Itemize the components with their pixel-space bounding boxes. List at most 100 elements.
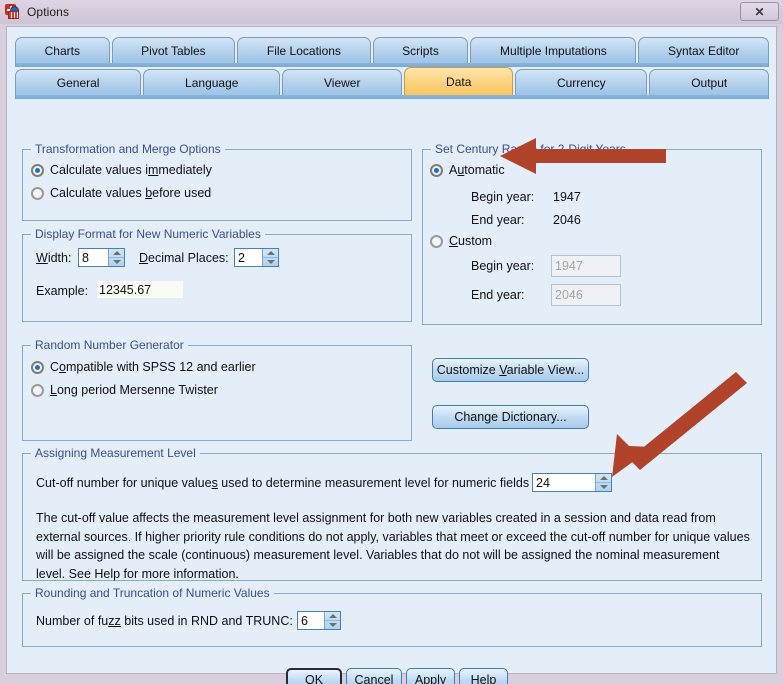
custom-end-year-label: End year: (471, 288, 525, 302)
apply-button[interactable]: Apply (406, 668, 455, 684)
tab-data[interactable]: Data (404, 67, 514, 95)
width-input[interactable]: 8 (79, 249, 108, 266)
close-icon: ✕ (754, 4, 765, 19)
stepper-up-icon[interactable] (325, 612, 340, 620)
custom-begin-year-input[interactable]: 1947 (551, 255, 621, 277)
tab-language[interactable]: Language (143, 69, 281, 95)
tab-charts[interactable]: Charts (15, 37, 110, 63)
fuzz-bits-stepper[interactable]: 6 (297, 611, 341, 630)
transformation-merge-group: Transformation and Merge Options Calcula… (22, 142, 412, 221)
stepper-up-icon[interactable] (109, 249, 124, 257)
tab-label: Data (446, 74, 472, 89)
century-range-legend: Set Century Range for 2-Digit Years (431, 142, 630, 156)
width-stepper-buttons[interactable] (108, 249, 124, 266)
stepper-up-icon[interactable] (263, 249, 278, 257)
example-label: Example: (36, 284, 89, 298)
decimal-places-stepper-buttons[interactable] (262, 249, 278, 266)
button-label: Change Dictionary... (454, 410, 567, 424)
auto-end-year-value: 2046 (553, 213, 581, 227)
tab-row-upper: Charts Pivot Tables File Locations Scripts M… (15, 35, 769, 63)
button-label: Apply (414, 673, 447, 684)
decimal-places-stepper[interactable]: 2 (234, 248, 279, 267)
tab-row-lower-underline (15, 95, 769, 99)
tab-label: Language (185, 75, 239, 90)
tab-label: Output (691, 75, 728, 90)
tab-viewer[interactable]: Viewer (282, 69, 403, 95)
tab-file-locations[interactable]: File Locations (237, 37, 371, 63)
change-dictionary-button[interactable]: Change Dictionary... (432, 405, 589, 429)
radio-indicator (430, 234, 443, 248)
window-title: Options (27, 5, 70, 19)
measurement-level-description: The cut-off value affects the measuremen… (36, 511, 750, 581)
rounding-truncation-group: Rounding and Truncation of Numeric Value… (22, 586, 762, 647)
spss-logo-icon (5, 4, 21, 20)
radio-calculate-before-used[interactable]: Calculate values before used (31, 186, 211, 200)
tab-label: Charts (44, 43, 80, 58)
customize-variable-view-button[interactable]: Customize Variable View... (432, 358, 589, 382)
tab-label: Viewer (324, 75, 361, 90)
custom-begin-year-label: Begin year: (471, 259, 535, 273)
stepper-down-icon[interactable] (109, 257, 124, 266)
close-button[interactable]: ✕ (740, 2, 779, 21)
ok-button[interactable]: OK (286, 668, 342, 684)
rounding-truncation-legend: Rounding and Truncation of Numeric Value… (31, 586, 274, 600)
cutoff-stepper-buttons[interactable] (595, 474, 611, 491)
tab-scripts[interactable]: Scripts (372, 37, 469, 63)
radio-calculate-immediately[interactable]: Calculate values immediately (31, 163, 212, 177)
auto-end-year-label: End year: (471, 213, 525, 227)
button-label: Help (470, 673, 497, 684)
stepper-down-icon[interactable] (263, 257, 278, 266)
tab-strip: Charts Pivot Tables File Locations Scripts M… (15, 35, 770, 99)
stepper-down-icon[interactable] (325, 620, 340, 629)
tab-label: Multiple Imputations (500, 43, 607, 58)
cutoff-number-input[interactable]: 24 (533, 474, 595, 491)
width-label: Width: (36, 251, 72, 265)
decimal-places-input[interactable]: 2 (235, 249, 262, 266)
tab-multiple-imputations[interactable]: Multiple Imputations (470, 37, 637, 63)
radio-compatible-spss12[interactable]: Compatible with SPSS 12 and earlier (31, 360, 256, 374)
cancel-button[interactable]: Cancel (346, 668, 402, 684)
cutoff-number-stepper[interactable]: 24 (532, 473, 612, 492)
tab-general[interactable]: General (15, 69, 142, 95)
dialog-body: Charts Pivot Tables File Locations Scripts M… (6, 26, 777, 684)
fuzz-bits-input[interactable]: 6 (298, 612, 324, 629)
example-value: 12345.67 (97, 281, 183, 298)
fuzz-bits-label: Number of fuzz bits used in RND and TRUN… (36, 614, 293, 628)
tab-label: General (56, 75, 100, 90)
custom-end-year-input[interactable]: 2046 (551, 284, 621, 306)
radio-indicator (31, 360, 44, 374)
tab-pivot-tables[interactable]: Pivot Tables (111, 37, 236, 63)
radio-label: Automatic (449, 163, 505, 177)
options-dialog-window: Options ✕ Charts Pivot Tables File Locatio… (0, 0, 783, 684)
random-number-generator-legend: Random Number Generator (31, 338, 188, 352)
tab-row-lower: General Language Viewer Data Currency Output (15, 67, 770, 95)
radio-century-custom[interactable]: Custom (430, 234, 492, 248)
help-button[interactable]: Help (459, 668, 508, 684)
radio-label: Long period Mersenne Twister (50, 383, 218, 397)
radio-indicator (430, 163, 443, 177)
assigning-measurement-level-group: Assigning Measurement Level Cut-off numb… (22, 446, 762, 581)
radio-century-automatic[interactable]: Automatic (430, 163, 505, 177)
decimal-places-label: Decimal Places: (139, 251, 229, 265)
radio-label: Custom (449, 234, 493, 248)
tab-label: File Locations (266, 43, 341, 58)
stepper-down-icon[interactable] (596, 482, 611, 491)
tab-label: Pivot Tables (141, 43, 206, 58)
display-format-group: Display Format for New Numeric Variables… (22, 227, 412, 322)
fuzz-stepper-buttons[interactable] (324, 612, 340, 629)
radio-label: Compatible with SPSS 12 and earlier (50, 360, 256, 374)
transformation-merge-legend: Transformation and Merge Options (31, 142, 225, 156)
tab-output[interactable]: Output (649, 69, 770, 95)
tab-label: Syntax Editor (667, 43, 740, 58)
width-stepper[interactable]: 8 (78, 248, 125, 267)
stepper-up-icon[interactable] (596, 474, 611, 482)
tab-label: Scripts (402, 43, 439, 58)
display-format-legend: Display Format for New Numeric Variables (31, 227, 265, 241)
tab-syntax-editor[interactable]: Syntax Editor (638, 37, 769, 63)
radio-label: Calculate values immediately (50, 163, 212, 177)
title-bar: Options ✕ (0, 0, 783, 24)
radio-mersenne-twister[interactable]: Long period Mersenne Twister (31, 383, 218, 397)
button-label: OK (304, 673, 324, 684)
radio-label: Calculate values before used (50, 186, 212, 200)
tab-currency[interactable]: Currency (515, 69, 648, 95)
